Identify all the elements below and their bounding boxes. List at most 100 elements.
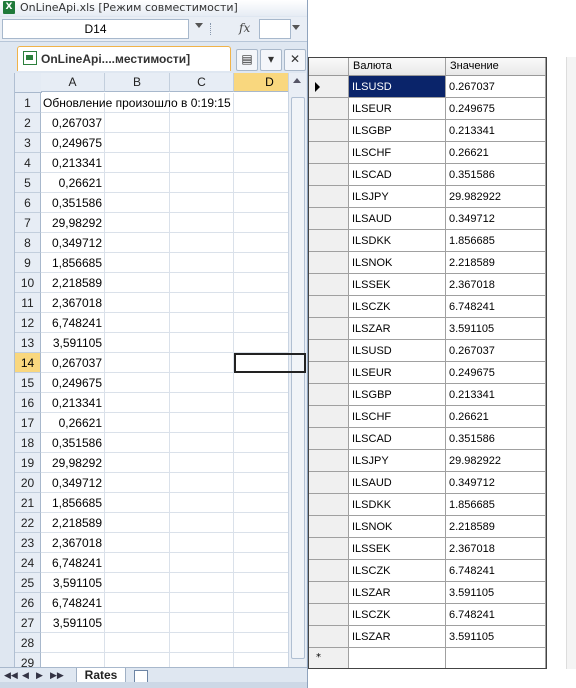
cell-b22[interactable] — [105, 513, 170, 533]
row-header[interactable]: 19 — [15, 453, 41, 473]
value-cell[interactable]: 0.249675 — [446, 98, 546, 120]
currency-cell[interactable]: ILSUSD — [349, 340, 446, 362]
row-header-corner[interactable] — [309, 58, 349, 75]
cell-a29[interactable] — [41, 653, 105, 667]
value-cell[interactable]: 3.591105 — [446, 318, 546, 340]
row-header[interactable]: 10 — [15, 273, 41, 293]
row-header[interactable]: 18 — [15, 433, 41, 453]
cell-c8[interactable] — [170, 233, 234, 253]
currency-cell[interactable]: ILSJPY — [349, 186, 446, 208]
row-header[interactable]: 7 — [15, 213, 41, 233]
cell-c7[interactable] — [170, 213, 234, 233]
currency-cell[interactable]: ILSDKK — [349, 494, 446, 516]
value-cell[interactable]: 29.982922 — [446, 186, 546, 208]
value-cell[interactable]: 0.213341 — [446, 384, 546, 406]
row-header[interactable]: 13 — [15, 333, 41, 353]
row-header[interactable]: 24 — [15, 553, 41, 573]
scroll-up-icon[interactable] — [293, 78, 301, 83]
value-cell[interactable]: 2.218589 — [446, 516, 546, 538]
cell-a16[interactable]: 0,213341 — [41, 393, 105, 413]
document-tab[interactable]: OnLineApi....местимости] — [17, 46, 231, 71]
cell-b8[interactable] — [105, 233, 170, 253]
datagrid-row-header[interactable] — [309, 362, 349, 384]
currency-cell[interactable]: ILSCZK — [349, 604, 446, 626]
datagrid-row-header[interactable] — [309, 164, 349, 186]
datagrid-row-header[interactable] — [309, 538, 349, 560]
value-cell[interactable]: 0.267037 — [446, 76, 546, 98]
value-cell[interactable]: 1.856685 — [446, 494, 546, 516]
cell-a15[interactable]: 0,249675 — [41, 373, 105, 393]
cell-c20[interactable] — [170, 473, 234, 493]
cell-d14[interactable] — [234, 353, 306, 373]
cell-b21[interactable] — [105, 493, 170, 513]
cell-b12[interactable] — [105, 313, 170, 333]
datagrid-row[interactable]: ILSCAD 0.351586 — [309, 164, 546, 186]
cell-c15[interactable] — [170, 373, 234, 393]
row-header[interactable]: 9 — [15, 253, 41, 273]
row-header[interactable]: 14 — [15, 353, 41, 373]
row-header[interactable]: 2 — [15, 113, 41, 133]
cell-b24[interactable] — [105, 553, 170, 573]
datagrid-row-header[interactable] — [309, 560, 349, 582]
cell-a18[interactable]: 0,351586 — [41, 433, 105, 453]
currency-cell[interactable]: ILSGBP — [349, 384, 446, 406]
cell-b3[interactable] — [105, 133, 170, 153]
currency-cell[interactable]: ILSEUR — [349, 98, 446, 120]
cell-b29[interactable] — [105, 653, 170, 667]
value-cell[interactable]: 0.26621 — [446, 142, 546, 164]
datagrid-new-row[interactable]: * — [309, 648, 546, 668]
value-cell[interactable]: 2.367018 — [446, 274, 546, 296]
cell-a13[interactable]: 3,591105 — [41, 333, 105, 353]
formula-input[interactable] — [259, 19, 291, 39]
cell-c17[interactable] — [170, 413, 234, 433]
datagrid-row-header[interactable] — [309, 384, 349, 406]
cell-a1[interactable]: Обновление произошло в 0:19:15 — [41, 93, 231, 113]
cell-a27[interactable]: 3,591105 — [41, 613, 105, 633]
datagrid-row-header[interactable] — [309, 494, 349, 516]
currency-cell[interactable]: ILSJPY — [349, 450, 446, 472]
cell-c18[interactable] — [170, 433, 234, 453]
datagrid-row[interactable]: ILSEUR 0.249675 — [309, 362, 546, 384]
value-cell[interactable]: 6.748241 — [446, 296, 546, 318]
datagrid-row[interactable]: ILSCHF 0.26621 — [309, 142, 546, 164]
datagrid-row[interactable]: ILSDKK 1.856685 — [309, 230, 546, 252]
cell-a7[interactable]: 29,98292 — [41, 213, 105, 233]
value-cell[interactable] — [446, 648, 546, 668]
row-header[interactable]: 28 — [15, 633, 41, 653]
cell-c25[interactable] — [170, 573, 234, 593]
datagrid-row[interactable]: ILSAUD 0.349712 — [309, 472, 546, 494]
name-box-dropdown-icon[interactable] — [195, 23, 203, 28]
formula-expand-icon[interactable] — [292, 25, 300, 30]
cell-a11[interactable]: 2,367018 — [41, 293, 105, 313]
cell-a10[interactable]: 2,218589 — [41, 273, 105, 293]
datagrid-row-header[interactable] — [309, 76, 349, 98]
value-cell[interactable]: 6.748241 — [446, 604, 546, 626]
cell-b2[interactable] — [105, 113, 170, 133]
datagrid-row[interactable]: ILSDKK 1.856685 — [309, 494, 546, 516]
cell-c23[interactable] — [170, 533, 234, 553]
cell-a22[interactable]: 2,218589 — [41, 513, 105, 533]
datagrid-row[interactable]: ILSCZK 6.748241 — [309, 560, 546, 582]
currency-cell[interactable]: ILSUSD — [349, 76, 446, 98]
datagrid-row-header[interactable] — [309, 626, 349, 648]
datagrid-row[interactable]: ILSSEK 2.367018 — [309, 538, 546, 560]
cell-b7[interactable] — [105, 213, 170, 233]
cell-a24[interactable]: 6,748241 — [41, 553, 105, 573]
currency-cell[interactable]: ILSCZK — [349, 560, 446, 582]
insert-function-icon[interactable]: fx — [239, 21, 250, 35]
currency-cell[interactable]: ILSZAR — [349, 318, 446, 340]
cell-b14[interactable] — [105, 353, 170, 373]
value-cell[interactable]: 29.982922 — [446, 450, 546, 472]
value-cell[interactable]: 0.249675 — [446, 362, 546, 384]
tab-list-button[interactable]: ▾ — [260, 49, 282, 71]
cell-a4[interactable]: 0,213341 — [41, 153, 105, 173]
cell-c28[interactable] — [170, 633, 234, 653]
datagrid-row[interactable]: ILSAUD 0.349712 — [309, 208, 546, 230]
datagrid-row[interactable]: ILSZAR 3.591105 — [309, 318, 546, 340]
close-tab-button[interactable]: ✕ — [284, 49, 306, 71]
datagrid-row-header[interactable] — [309, 340, 349, 362]
cell-b6[interactable] — [105, 193, 170, 213]
row-header[interactable]: 17 — [15, 413, 41, 433]
cell-b18[interactable] — [105, 433, 170, 453]
cell-c3[interactable] — [170, 133, 234, 153]
